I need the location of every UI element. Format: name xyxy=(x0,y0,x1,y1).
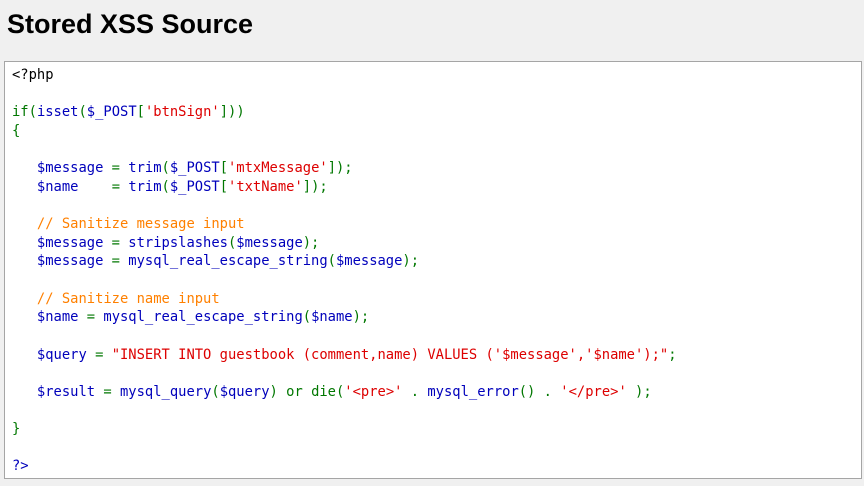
code-line: $result = mysql_query($query) or die('<p… xyxy=(12,383,677,402)
code-token-keyword: = xyxy=(95,383,120,400)
code-token-keyword: ; xyxy=(668,346,677,363)
code-token-keyword: [ xyxy=(219,178,229,195)
code-token-keyword: ); xyxy=(402,253,420,270)
page-title: Stored XSS Source xyxy=(7,9,254,39)
code-token-keyword: ( xyxy=(302,309,312,326)
code-token-keyword: ) or die( xyxy=(269,383,345,400)
code-line: { xyxy=(12,122,677,141)
code-token-comment: // Sanitize name input xyxy=(36,290,220,307)
code-token-keyword: if xyxy=(12,104,29,121)
code-line: $query = "INSERT INTO guestbook (comment… xyxy=(12,346,677,365)
code-token-variable: trim xyxy=(128,160,162,177)
code-line: $name = mysql_real_escape_string($name); xyxy=(12,308,677,327)
code-token-keyword: [ xyxy=(219,160,228,177)
code-token-variable: mysql_query xyxy=(120,383,212,400)
code-line: // Sanitize message input xyxy=(12,215,677,234)
source-code-box: <?php if(isset($_POST['btnSign'])){ $mess… xyxy=(4,61,862,479)
code-token-keyword: [ xyxy=(136,104,145,121)
code-token-variable: mysql_real_escape_string xyxy=(103,309,303,326)
code-token-variable: isset xyxy=(36,104,79,121)
code-token-string: "INSERT INTO guestbook (comment,name) VA… xyxy=(111,346,669,363)
code-token-keyword: { xyxy=(12,122,21,139)
code-token-string: 'btnSign' xyxy=(144,104,220,121)
code-token-variable: $name xyxy=(311,309,353,326)
code-token-keyword: = xyxy=(103,234,129,251)
code-token-variable: $message xyxy=(335,253,403,270)
code-token-keyword: ); xyxy=(352,309,370,326)
code-line: ?> xyxy=(12,457,677,476)
code-line: // Sanitize name input xyxy=(12,290,677,309)
code-token-variable: $message xyxy=(36,253,104,270)
code-token-keyword: ( xyxy=(327,253,336,270)
code-token-string: 'mtxMessage' xyxy=(228,160,328,177)
code-token-keyword: = xyxy=(103,253,129,270)
code-token-variable: $query xyxy=(36,346,87,363)
code-token-keyword: = xyxy=(103,160,129,177)
code-token-variable: $_POST xyxy=(86,104,137,121)
code-token-string: '</pre>' xyxy=(560,383,627,400)
code-token-keyword: = xyxy=(78,178,129,195)
code-token-keyword: () . xyxy=(518,383,561,400)
code-token-keyword: ( xyxy=(211,383,220,400)
code-token-comment: // Sanitize message input xyxy=(36,216,245,233)
code-token-keyword: ])) xyxy=(219,104,245,121)
code-token-variable: $_POST xyxy=(169,160,220,177)
code-token-variable: mysql_error xyxy=(427,383,519,400)
code-token-variable: $result xyxy=(36,383,96,400)
code-line: $message = mysql_real_escape_string($mes… xyxy=(12,252,677,271)
code-token-variable: $message xyxy=(236,234,303,251)
code-token-keyword: ( xyxy=(161,160,170,177)
code-token-keyword: ); xyxy=(302,234,320,251)
code-token-variable: $name xyxy=(36,309,79,326)
code-token-variable: trim xyxy=(128,178,162,195)
code-token-keyword: = xyxy=(86,346,112,363)
code-token-string: 'txtName' xyxy=(228,178,303,195)
code-token-string: '<pre>' xyxy=(344,383,403,400)
code-token-keyword: ( xyxy=(161,178,170,195)
code-token-keyword: ); xyxy=(626,383,652,400)
code-token-keyword: ]); xyxy=(327,160,353,177)
code-token-keyword: . xyxy=(402,383,428,400)
code-token-variable: $query xyxy=(219,383,270,400)
code-token-variable: $message xyxy=(36,160,104,177)
code-line: $name = trim($_POST['txtName']); xyxy=(12,178,677,197)
code-token-variable: $name xyxy=(36,178,79,195)
code-token-keyword: ( xyxy=(28,104,37,121)
code-line: } xyxy=(12,420,677,439)
code-token-variable: stripslashes xyxy=(128,234,228,251)
code-token-keyword: = xyxy=(78,309,104,326)
code-line: if(isset($_POST['btnSign'])) xyxy=(12,103,677,122)
code-token-keyword: } xyxy=(12,421,21,438)
source-code: <?php if(isset($_POST['btnSign'])){ $mess… xyxy=(12,66,677,476)
code-token-keyword: ( xyxy=(78,104,87,121)
code-line: $message = trim($_POST['mtxMessage']); xyxy=(12,159,677,178)
code-token-variable: $_POST xyxy=(169,178,220,195)
code-token-variable: $message xyxy=(36,234,104,251)
code-token-keyword: ]); xyxy=(302,178,328,195)
code-line: $message = stripslashes($message); xyxy=(12,234,677,253)
code-line: <?php xyxy=(12,66,677,85)
code-token-variable: ?> xyxy=(12,458,29,475)
code-token-plain: <?php xyxy=(12,67,54,83)
code-token-variable: mysql_real_escape_string xyxy=(128,253,328,270)
